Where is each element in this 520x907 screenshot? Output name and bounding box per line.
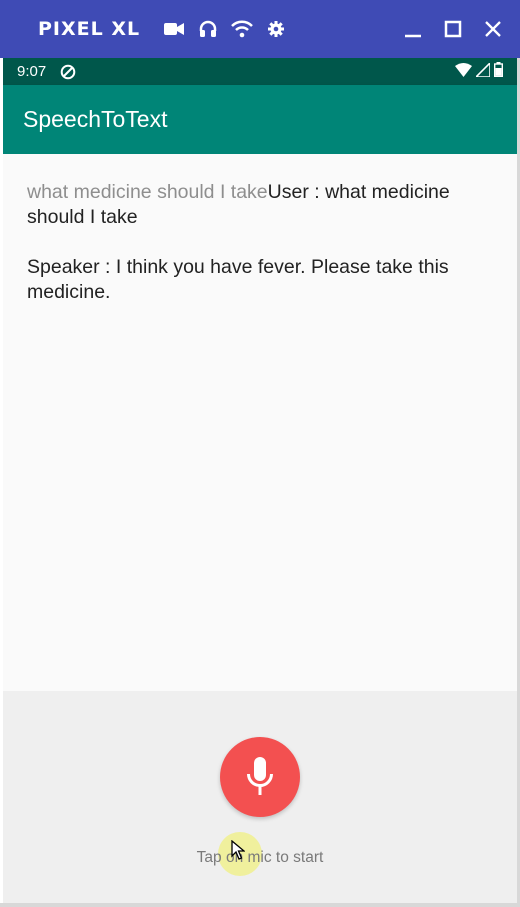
notification-icon bbox=[60, 64, 76, 80]
battery-icon bbox=[493, 62, 503, 81]
headphones-icon[interactable] bbox=[196, 17, 220, 41]
status-icons bbox=[455, 60, 503, 81]
emulator-title-bar: PIXEL XL bbox=[0, 0, 520, 58]
partial-speech-result: what medicine should I take bbox=[27, 181, 268, 203]
wifi-icon bbox=[455, 62, 472, 81]
content-area: what medicine should I takeUser : what m… bbox=[3, 154, 517, 691]
mic-hint-text: Tap on mic to start bbox=[196, 849, 324, 866]
conversation-text: what medicine should I takeUser : what m… bbox=[27, 180, 477, 305]
emulator-toolbar bbox=[162, 17, 288, 41]
speaker-message: Speaker : I think you have fever. Please… bbox=[27, 256, 449, 303]
status-time: 9:07 bbox=[17, 63, 47, 80]
minimize-icon[interactable] bbox=[402, 18, 424, 40]
signal-icon bbox=[474, 60, 491, 81]
microphone-icon bbox=[247, 757, 273, 795]
speech-input-sheet: Tap on mic to start bbox=[3, 691, 517, 903]
settings-gear-icon[interactable] bbox=[264, 17, 288, 41]
emulator-title: PIXEL XL bbox=[38, 18, 141, 40]
video-camera-icon[interactable] bbox=[162, 17, 186, 41]
phone-screen: 9:07 SpeechToText what medicine should I… bbox=[3, 58, 517, 903]
close-icon[interactable] bbox=[482, 18, 504, 40]
window-controls bbox=[402, 18, 504, 40]
window-frame-bottom bbox=[0, 903, 520, 907]
status-bar: 9:07 bbox=[3, 58, 517, 85]
mic-button[interactable] bbox=[220, 737, 300, 817]
mouse-pointer-icon bbox=[231, 839, 246, 865]
app-bar: SpeechToText bbox=[3, 85, 517, 154]
wifi-icon[interactable] bbox=[230, 17, 254, 41]
app-title: SpeechToText bbox=[23, 106, 168, 132]
maximize-icon[interactable] bbox=[442, 18, 464, 40]
